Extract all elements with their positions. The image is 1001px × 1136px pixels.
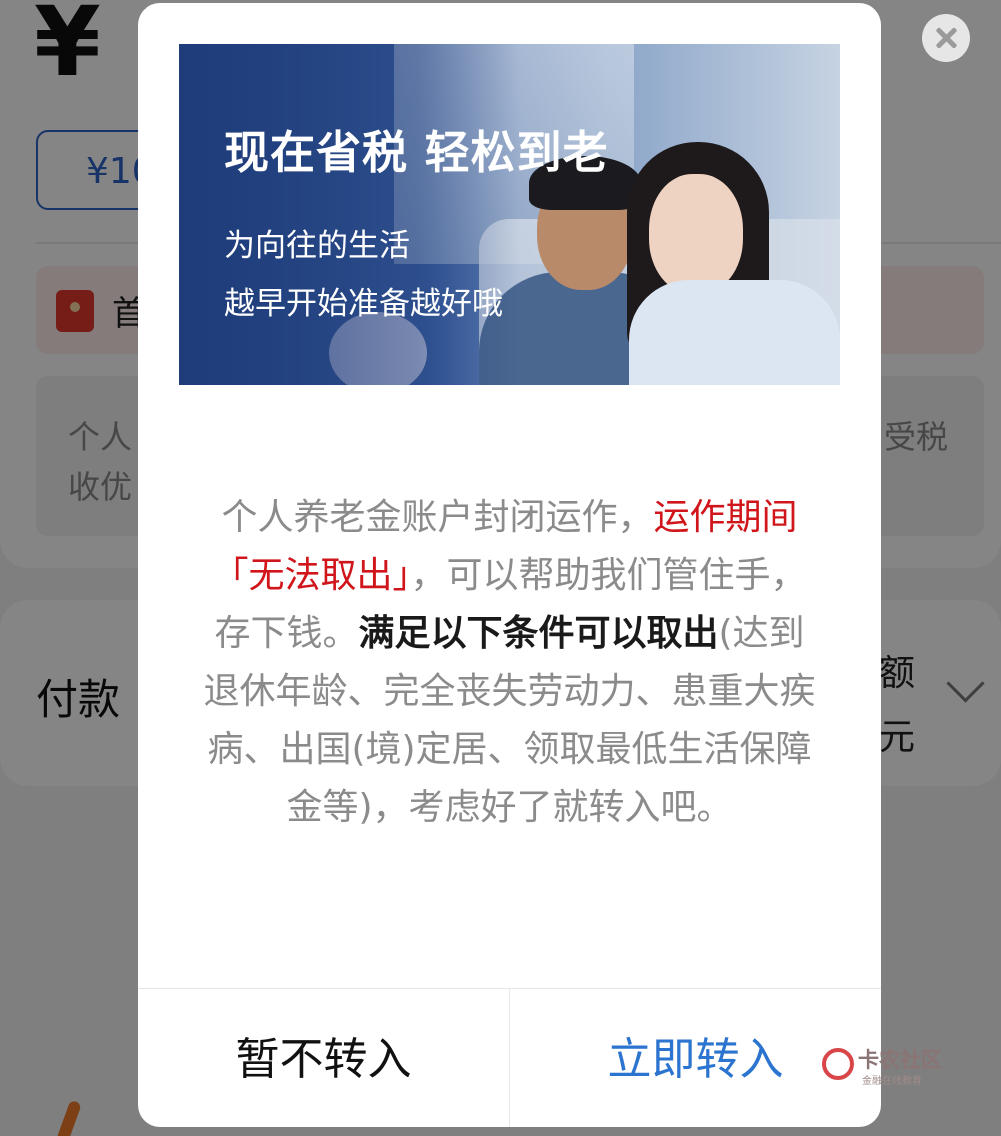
watermark-logo-icon — [822, 1048, 854, 1080]
banner-subtitle-line1: 为向往的生活 — [224, 228, 410, 264]
cancel-transfer-button[interactable]: 暂不转入 — [138, 989, 510, 1127]
banner-title: 现在省税 轻松到老 — [224, 126, 609, 179]
promo-banner-image: 现在省税 轻松到老 为向往的生活 越早开始准备越好哦 — [179, 44, 840, 385]
message-part-intro: 个人养老金账户封闭运作， — [221, 497, 654, 538]
community-watermark: 卡农社区 金融在线教育 — [822, 1044, 942, 1088]
watermark-sub-text: 金融在线教育 — [862, 1076, 922, 1087]
close-icon[interactable] — [922, 14, 970, 62]
banner-gradient-overlay — [179, 44, 519, 385]
transfer-confirm-dialog: 现在省税 轻松到老 为向往的生活 越早开始准备越好哦 个人养老金账户封闭运作，运… — [138, 3, 881, 1127]
banner-woman-figure — [629, 280, 840, 385]
banner-subtitle-line2: 越早开始准备越好哦 — [224, 286, 503, 322]
dialog-message: 个人养老金账户封闭运作，运作期间「无法取出」，可以帮助我们管住手，存下钱。满足以… — [198, 489, 821, 837]
dialog-footer: 暂不转入 立即转入 — [138, 988, 881, 1127]
banner-woman-face — [649, 174, 743, 294]
watermark-main-text: 卡农社区 — [858, 1048, 942, 1072]
message-conditions-heading: 满足以下条件可以取出 — [358, 613, 719, 654]
